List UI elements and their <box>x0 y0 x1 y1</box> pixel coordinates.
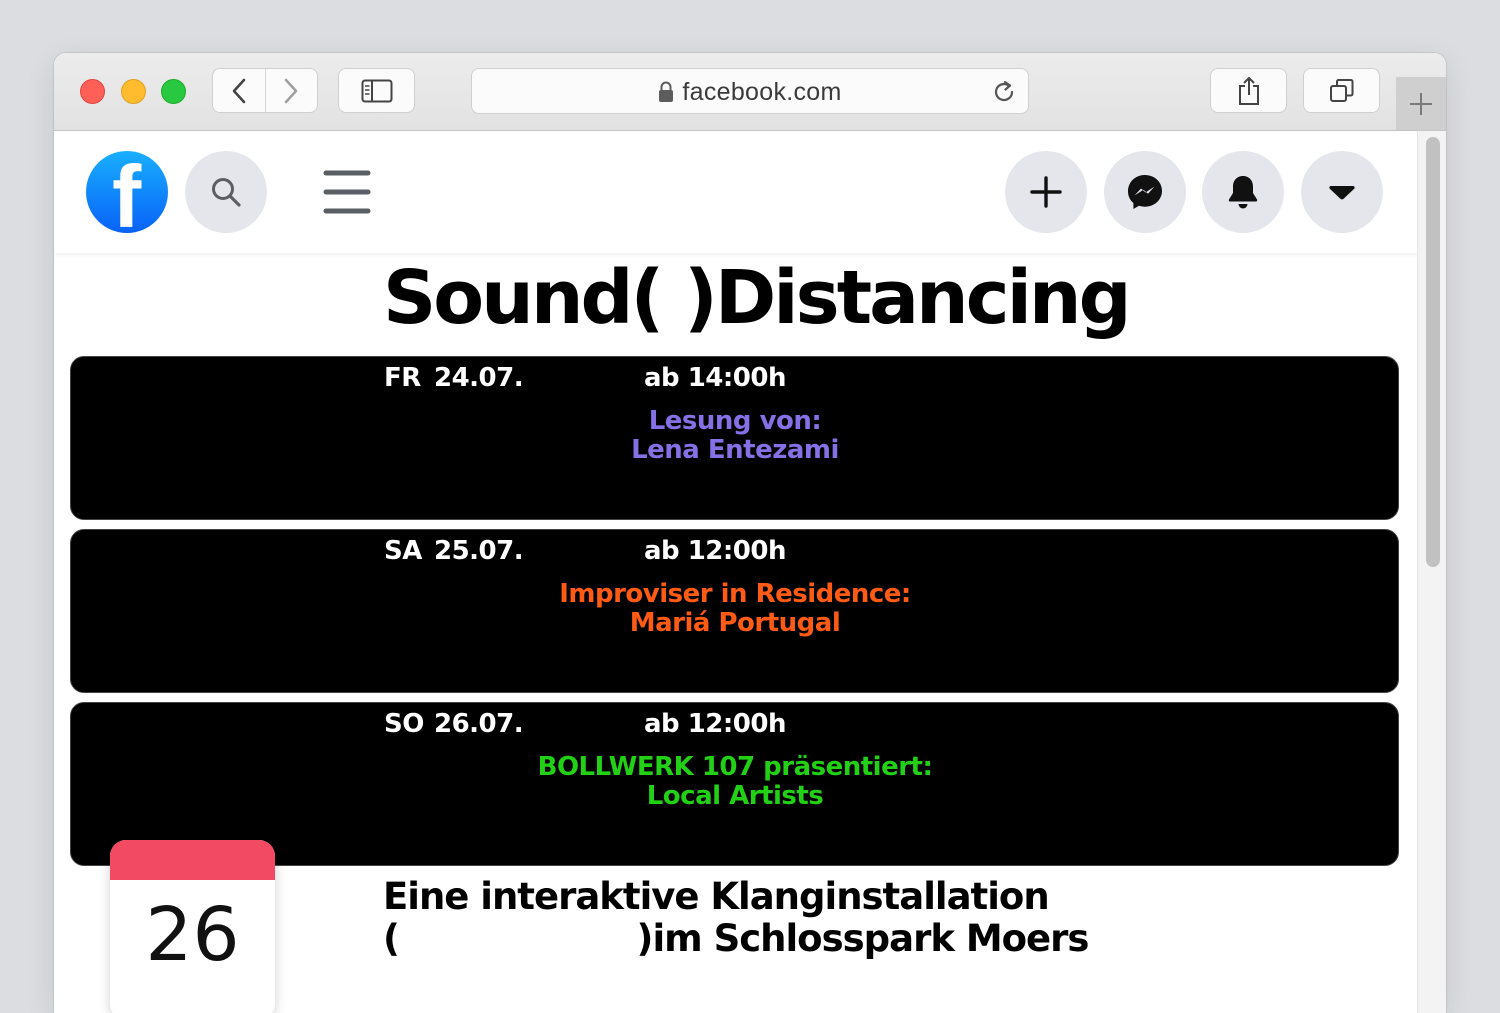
search-button[interactable] <box>185 151 267 233</box>
hamburger-menu-icon <box>323 170 371 214</box>
subtitle-line-1: Eine interaktive Klanginstallation <box>383 875 1050 918</box>
event-line-2: Local Artists <box>646 781 824 811</box>
address-bar-display: facebook.com <box>472 69 1028 115</box>
sidebar-toggle-button[interactable] <box>338 68 415 113</box>
event-description: Improviser in Residence: Mariá Portugal <box>71 580 1398 638</box>
event-date: 25.07. <box>434 536 524 566</box>
event-description: BOLLWERK 107 präsentiert: Local Artists <box>71 753 1398 811</box>
event-card: SO 26.07. ab 12:00h BOLLWERK 107 präsent… <box>70 702 1399 866</box>
event-line-1: Lesung von: <box>648 406 822 436</box>
plus-icon <box>1030 176 1062 208</box>
address-bar[interactable]: facebook.com <box>471 68 1029 114</box>
event-line-2: Lena Entezami <box>631 435 839 465</box>
minimize-window-button[interactable] <box>121 79 146 104</box>
chevron-right-icon <box>284 78 298 103</box>
url-text: facebook.com <box>682 77 842 106</box>
event-line-1: BOLLWERK 107 präsentiert: <box>537 752 933 782</box>
facebook-header: f <box>54 131 1417 253</box>
facebook-logo[interactable]: f <box>86 151 168 233</box>
event-day: SO <box>384 709 424 739</box>
lock-icon <box>659 81 674 102</box>
new-tab-button[interactable] <box>1396 77 1446 130</box>
browser-window: facebook.com f Sound()Distancing FR 24.… <box>54 53 1446 1013</box>
page-scrollbar[interactable] <box>1417 131 1446 1013</box>
back-button[interactable] <box>213 69 266 112</box>
calendar-header <box>110 840 275 880</box>
create-button[interactable] <box>1005 151 1087 233</box>
event-day: SA <box>384 536 422 566</box>
facebook-logo-letter: f <box>112 151 142 234</box>
scrollbar-thumb[interactable] <box>1426 137 1440 567</box>
reload-button[interactable] <box>990 78 1018 110</box>
event-time: ab 12:00h <box>644 709 786 739</box>
event-line-2: Mariá Portugal <box>629 608 841 638</box>
chevron-left-icon <box>232 78 246 103</box>
reload-icon <box>994 80 1014 102</box>
poster-subtitle: Eine interaktive Klanginstallation ( )im… <box>383 875 1089 960</box>
event-card: SA 25.07. ab 12:00h Improviser in Reside… <box>70 529 1399 693</box>
event-description: Lesung von: Lena Entezami <box>71 407 1398 465</box>
sidebar-icon <box>361 79 392 102</box>
poster-title: Sound( )Distancing <box>383 255 1132 341</box>
messenger-button[interactable] <box>1104 151 1186 233</box>
event-date: 24.07. <box>434 363 524 393</box>
event-time: ab 12:00h <box>644 536 786 566</box>
tab-overview-button[interactable] <box>1303 68 1380 113</box>
messenger-icon <box>1128 175 1162 209</box>
notifications-button[interactable] <box>1202 151 1284 233</box>
event-time: ab 14:00h <box>644 363 786 393</box>
browser-toolbar: facebook.com <box>54 53 1446 131</box>
bell-icon <box>1228 176 1258 209</box>
event-calendar-badge: 26 <box>110 840 275 1013</box>
forward-button[interactable] <box>266 69 318 112</box>
event-line-1: Improviser in Residence: <box>559 579 911 609</box>
menu-button[interactable] <box>317 167 377 217</box>
zoom-window-button[interactable] <box>161 79 186 104</box>
event-date: 26.07. <box>434 709 524 739</box>
share-icon <box>1238 76 1259 105</box>
search-icon <box>212 178 241 207</box>
share-button[interactable] <box>1210 68 1287 113</box>
caret-down-icon <box>1329 186 1355 200</box>
close-window-button[interactable] <box>80 79 105 104</box>
page-content: f Sound( )Distancing FR 24.07. ab 14:00h… <box>54 131 1446 1013</box>
event-card: FR 24.07. ab 14:00h Lesung von: Lena Ent… <box>70 356 1399 520</box>
navigation-buttons <box>212 68 318 113</box>
plus-icon <box>1410 92 1432 115</box>
subtitle-line-2: ( )im Schlosspark Moers <box>383 917 1089 960</box>
calendar-day: 26 <box>145 892 240 978</box>
event-day: FR <box>384 363 421 393</box>
account-menu-button[interactable] <box>1301 151 1383 233</box>
tabs-icon <box>1329 78 1353 102</box>
